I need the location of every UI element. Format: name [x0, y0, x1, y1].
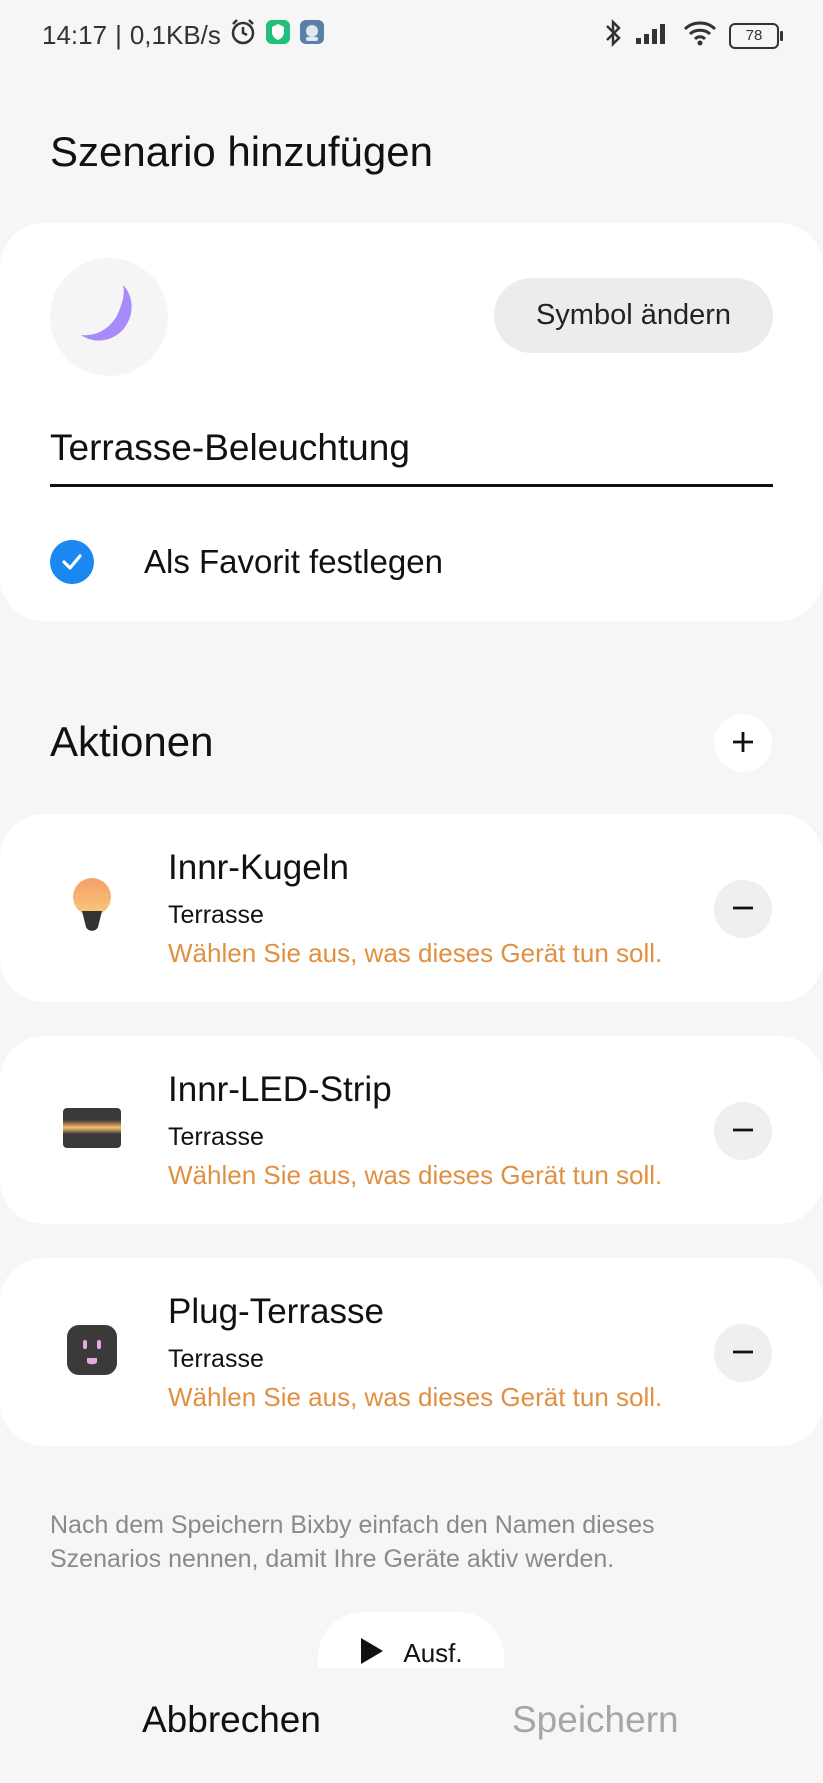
status-left: 14:17 | 0,1KB/s: [42, 18, 325, 53]
remove-action-button[interactable]: [714, 1324, 772, 1382]
bluetooth-icon: [603, 18, 623, 53]
page-title: Szenario hinzufügen: [50, 128, 433, 175]
save-button[interactable]: Speichern: [506, 1698, 685, 1742]
cancel-button[interactable]: Abbrechen: [136, 1698, 327, 1742]
status-separator: |: [115, 20, 122, 50]
status-bar: 14:17 | 0,1KB/s 78: [0, 0, 823, 72]
info-text: Nach dem Speichern Bixby einfach den Nam…: [50, 1511, 655, 1573]
device-name: Innr-LED-Strip: [168, 1070, 392, 1109]
scenario-name-input[interactable]: [50, 412, 773, 487]
actions-title: Aktionen: [50, 718, 214, 765]
device-hint[interactable]: Wählen Sie aus, was dieses Gerät tun sol…: [168, 1160, 662, 1191]
favorite-row[interactable]: Als Favorit festlegen: [50, 540, 443, 584]
minus-icon: [731, 1118, 755, 1145]
favorite-checkbox[interactable]: [50, 540, 94, 584]
device-room: Terrasse: [168, 1123, 264, 1151]
device-name: Plug-Terrasse: [168, 1292, 384, 1331]
alarm-icon: [229, 18, 257, 53]
signal-icon: [635, 20, 671, 51]
device-hint[interactable]: Wählen Sie aus, was dieses Gerät tun sol…: [168, 1382, 662, 1413]
shield-app-icon: [265, 19, 291, 52]
action-item[interactable]: Innr-Kugeln Terrasse Wählen Sie aus, was…: [0, 814, 823, 1002]
wifi-icon: [683, 20, 717, 51]
favorite-label: Als Favorit festlegen: [144, 543, 443, 580]
app-notification-icon: [299, 19, 325, 52]
minus-icon: [731, 896, 755, 923]
device-name: Innr-Kugeln: [168, 848, 349, 887]
status-right: 78: [603, 18, 783, 53]
run-label: Ausf.: [403, 1638, 463, 1668]
change-symbol-button[interactable]: Symbol ändern: [494, 278, 773, 353]
moon-icon: [73, 279, 145, 356]
light-bulb-icon: [60, 874, 124, 938]
remove-action-button[interactable]: [714, 1102, 772, 1160]
battery-icon: 78: [729, 22, 783, 49]
minus-icon: [731, 1340, 755, 1367]
smart-plug-icon: [60, 1318, 124, 1382]
add-action-button[interactable]: [714, 714, 772, 772]
remove-action-button[interactable]: [714, 880, 772, 938]
device-room: Terrasse: [168, 1345, 264, 1373]
action-item[interactable]: Plug-Terrasse Terrasse Wählen Sie aus, w…: [0, 1258, 823, 1446]
action-item[interactable]: Innr-LED-Strip Terrasse Wählen Sie aus, …: [0, 1036, 823, 1224]
device-room: Terrasse: [168, 901, 264, 929]
bottom-bar: Abbrechen Speichern: [0, 1668, 823, 1783]
device-hint[interactable]: Wählen Sie aus, was dieses Gerät tun sol…: [168, 938, 662, 969]
status-net-speed: 0,1KB/s: [129, 20, 221, 50]
scenario-icon[interactable]: [50, 258, 168, 376]
status-time: 14:17: [42, 20, 108, 50]
plus-icon: [730, 729, 756, 758]
led-strip-icon: [60, 1096, 124, 1160]
